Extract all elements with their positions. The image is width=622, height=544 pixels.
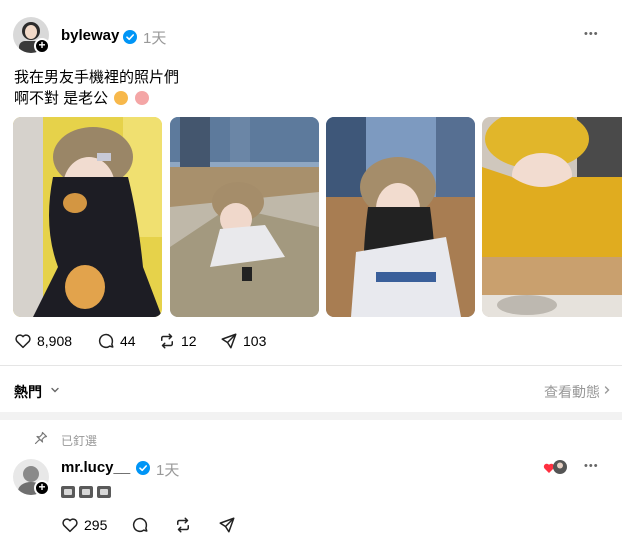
repost-count: 12 xyxy=(181,333,197,349)
caption-line-2: 啊不對 是老公 xyxy=(14,88,179,109)
post-more-icon[interactable]: ••• xyxy=(584,28,599,40)
reply-username[interactable]: mr.lucy__ xyxy=(61,459,130,476)
section-divider xyxy=(0,412,622,420)
repost-button[interactable]: 12 xyxy=(158,332,197,350)
reply-body xyxy=(61,486,111,498)
like-button[interactable]: 8,908 xyxy=(14,332,72,350)
reply-time: 1天 xyxy=(156,462,180,479)
comment-icon xyxy=(132,517,148,533)
post-photo-2[interactable] xyxy=(170,117,319,317)
reply-share-button[interactable] xyxy=(218,516,236,534)
camera-emoji-icon xyxy=(79,486,93,498)
repost-icon xyxy=(161,333,173,349)
caption-line-1: 我在男友手機裡的照片們 xyxy=(14,69,180,86)
share-button[interactable]: 103 xyxy=(220,332,266,350)
sort-dropdown-label[interactable]: 熱門 xyxy=(14,382,42,402)
post-photo-4[interactable] xyxy=(482,117,622,317)
send-icon xyxy=(219,517,235,533)
like-count: 8,908 xyxy=(37,333,73,349)
reply-like-count: 295 xyxy=(84,517,108,533)
pin-icon xyxy=(34,431,48,445)
follow-plus-icon[interactable]: + xyxy=(34,38,50,54)
camera-emoji-icon xyxy=(61,486,75,498)
heart-icon xyxy=(62,518,78,533)
chevron-down-icon[interactable] xyxy=(50,385,60,395)
comment-count: 44 xyxy=(120,333,136,349)
post-time: 1天 xyxy=(143,30,167,47)
post-photo-3[interactable] xyxy=(326,117,475,317)
comment-icon xyxy=(98,333,114,349)
pinned-label: 已釘選 xyxy=(61,434,98,448)
divider xyxy=(0,365,622,366)
reply-repost-button[interactable] xyxy=(174,516,192,534)
post-caption: 我在男友手機裡的照片們 啊不對 是老公 xyxy=(14,67,179,109)
post-photo-1[interactable] xyxy=(13,117,162,317)
reply-like-button[interactable]: 295 xyxy=(61,516,107,534)
comment-button[interactable]: 44 xyxy=(97,332,136,350)
repost-icon xyxy=(177,517,189,533)
heart-icon xyxy=(15,334,31,349)
post-username[interactable]: byleway xyxy=(61,27,119,44)
reply-verified-badge-icon xyxy=(136,461,150,475)
view-activity-link[interactable]: 查看動態 xyxy=(544,382,600,402)
caption-line-2-text: 啊不對 是老公 xyxy=(14,90,109,107)
reply-follow-plus-icon[interactable]: + xyxy=(34,480,50,496)
liked-by-author-icon xyxy=(543,460,567,474)
reply-comment-button[interactable] xyxy=(131,516,149,534)
share-count: 103 xyxy=(243,333,267,349)
flushed-face-emoji-icon xyxy=(114,91,129,105)
reply-more-icon[interactable]: ••• xyxy=(584,460,599,472)
pig-face-emoji-icon xyxy=(134,91,149,105)
verified-badge-icon xyxy=(123,30,137,44)
camera-emoji-icon xyxy=(97,486,111,498)
chevron-right-icon[interactable] xyxy=(602,385,612,395)
send-icon xyxy=(221,333,237,349)
